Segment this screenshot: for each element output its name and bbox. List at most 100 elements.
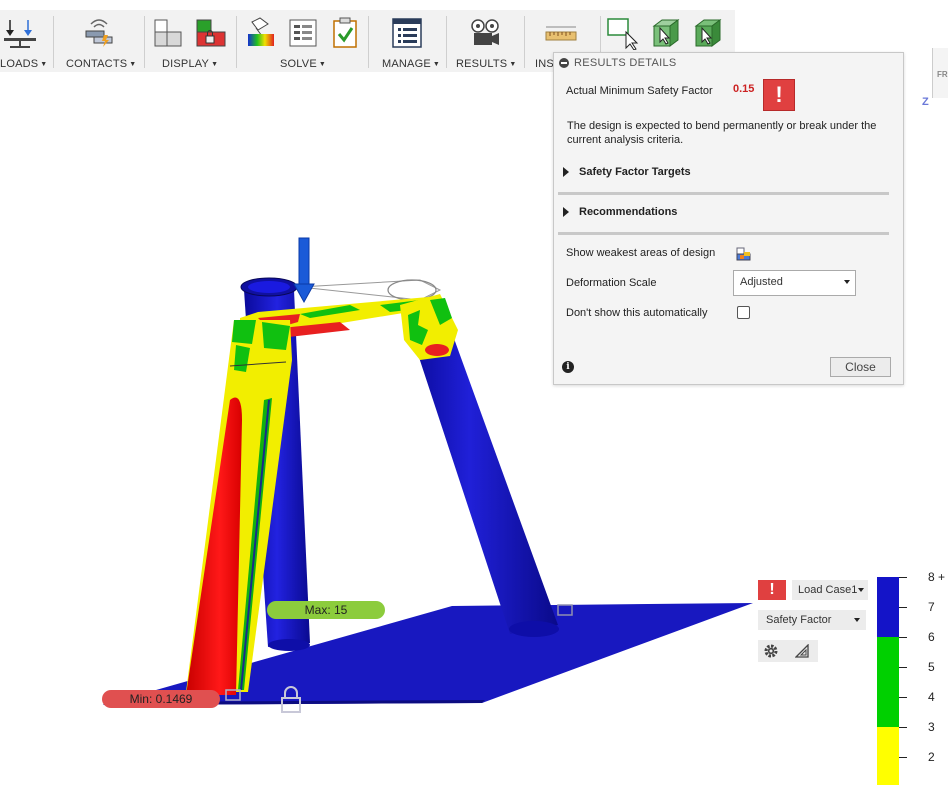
section-divider — [558, 192, 889, 195]
safety-factor-targets-section[interactable]: Safety Factor Targets — [554, 161, 903, 185]
solve-mesh-icon[interactable] — [244, 16, 278, 50]
contacts-menu-label[interactable]: CONTACTS ▼ — [66, 58, 136, 70]
dont-show-label: Don't show this automatically — [566, 307, 708, 319]
window-top-edge — [0, 0, 948, 8]
results-menu-label[interactable]: RESULTS ▼ — [456, 58, 516, 70]
load-case-dropdown[interactable]: Load Case1 — [792, 580, 868, 600]
solve-settings-icon[interactable] — [286, 16, 320, 50]
toolbar-divider — [524, 16, 525, 68]
deformation-scale-label: Deformation Scale — [566, 277, 657, 289]
contacts-group[interactable]: CONTACTS ▼ — [60, 10, 140, 72]
display-menu-label[interactable]: DISPLAY ▼ — [162, 58, 218, 70]
loads-group[interactable]: LOADS ▼ — [0, 10, 52, 72]
min-safety-label: Actual Minimum Safety Factor — [566, 85, 713, 97]
legend-band-marginal — [877, 637, 899, 727]
solve-group[interactable]: SOLVE ▼ — [242, 10, 364, 72]
panel-header[interactable]: RESULTS DETAILS — [554, 53, 903, 73]
display-locked-icon[interactable] — [194, 16, 228, 50]
chevron-down-icon — [844, 280, 850, 284]
results-animate-icon[interactable] — [468, 16, 502, 50]
legend-tick — [899, 637, 907, 638]
legend-tick — [899, 577, 907, 578]
right-tube[interactable] — [410, 322, 558, 634]
expand-arrow-icon[interactable] — [563, 207, 569, 217]
view-cube[interactable]: FR — [932, 48, 948, 98]
toolbar-divider — [144, 16, 145, 68]
view-cube-z-axis: Z — [922, 96, 929, 108]
measure-icon[interactable] — [544, 16, 578, 50]
rear-tube-opening — [248, 281, 290, 293]
results-group[interactable]: RESULTS ▼ — [452, 10, 520, 72]
show-weakest-label: Show weakest areas of design — [566, 247, 716, 259]
right-tube-foot — [509, 621, 559, 637]
gear-icon[interactable] — [763, 643, 779, 659]
legend-tick-label: 4 — [928, 690, 935, 704]
legend-tick — [899, 607, 907, 608]
legend-tick-label: 8 + — [928, 570, 946, 584]
recommendations-section[interactable]: Recommendations — [554, 201, 903, 225]
toolbar-divider — [236, 16, 237, 68]
front-tube-green — [232, 320, 256, 344]
rear-tube-foot — [268, 639, 310, 651]
legend-warning-icon[interactable]: ! — [758, 580, 786, 600]
legend-tick — [899, 697, 907, 698]
display-group[interactable]: DISPLAY ▼ — [150, 10, 232, 72]
legend-tick-label: 2 — [928, 750, 935, 764]
solve-menu-label[interactable]: SOLVE ▼ — [280, 58, 326, 70]
view-cube-face-label: FR — [937, 70, 948, 79]
legend-band-safe — [877, 577, 899, 637]
info-icon[interactable]: i — [562, 361, 574, 373]
legend-tick — [899, 727, 907, 728]
toolbar-divider — [368, 16, 369, 68]
solve-precheck-icon[interactable] — [328, 16, 362, 50]
section-divider — [558, 232, 889, 235]
result-type-dropdown[interactable]: Safety Factor — [758, 610, 866, 630]
triangle-ruler-icon[interactable] — [795, 644, 809, 658]
ghost-outline — [299, 279, 442, 301]
design-warning-message: The design is expected to bend permanent… — [567, 120, 877, 146]
contacts-icon[interactable] — [82, 16, 116, 50]
result-type-value: Safety Factor — [766, 614, 832, 626]
legend-band-low — [877, 727, 899, 785]
load-arrow-shaft[interactable] — [298, 237, 310, 285]
legend-tick — [899, 757, 907, 758]
front-tube-stress-red — [186, 397, 242, 695]
display-icon[interactable] — [152, 16, 184, 50]
loads-icon[interactable] — [2, 16, 38, 50]
close-button[interactable]: Close — [830, 357, 891, 377]
load-arrow-head — [293, 283, 315, 304]
section-label: Safety Factor Targets — [579, 166, 691, 178]
front-tube-green — [262, 322, 290, 350]
load-case-value: Load Case1 — [798, 584, 858, 596]
expand-arrow-icon[interactable] — [563, 167, 569, 177]
legend-tools — [758, 640, 818, 662]
legend-tick-label: 5 — [928, 660, 935, 674]
toolbar-divider — [53, 16, 54, 68]
loads-menu-label[interactable]: LOADS ▼ — [0, 58, 47, 70]
manage-icon[interactable] — [390, 16, 424, 50]
legend-tick-label: 3 — [928, 720, 935, 734]
show-weakest-icon[interactable] — [736, 246, 751, 261]
toolbar-divider — [446, 16, 447, 68]
manage-menu-label[interactable]: MANAGE ▼ — [382, 58, 440, 70]
panel-title: RESULTS DETAILS — [574, 57, 677, 69]
results-details-panel: RESULTS DETAILS Actual Minimum Safety Fa… — [553, 52, 904, 385]
dont-show-checkbox[interactable] — [737, 306, 750, 319]
collapse-icon[interactable] — [559, 58, 569, 68]
min-value-label: Min: 0.1469 — [102, 690, 220, 708]
legend-tick — [899, 667, 907, 668]
deformation-scale-value: Adjusted — [740, 276, 783, 288]
window-select-icon[interactable] — [606, 16, 640, 50]
legend-tick-label: 7 — [928, 600, 935, 614]
warning-icon: ! — [763, 79, 795, 111]
body-select-icon[interactable] — [648, 16, 682, 50]
legend-tick-label: 6 — [928, 630, 935, 644]
manage-group[interactable]: MANAGE ▼ — [376, 10, 442, 72]
max-value-label: Max: 15 — [267, 601, 385, 619]
chevron-down-icon — [854, 618, 860, 622]
min-safety-value: 0.15 — [733, 83, 755, 95]
junction-red — [425, 344, 449, 356]
deformation-scale-select[interactable]: Adjusted — [733, 270, 856, 296]
section-label: Recommendations — [579, 206, 678, 218]
face-select-icon[interactable] — [690, 16, 724, 50]
